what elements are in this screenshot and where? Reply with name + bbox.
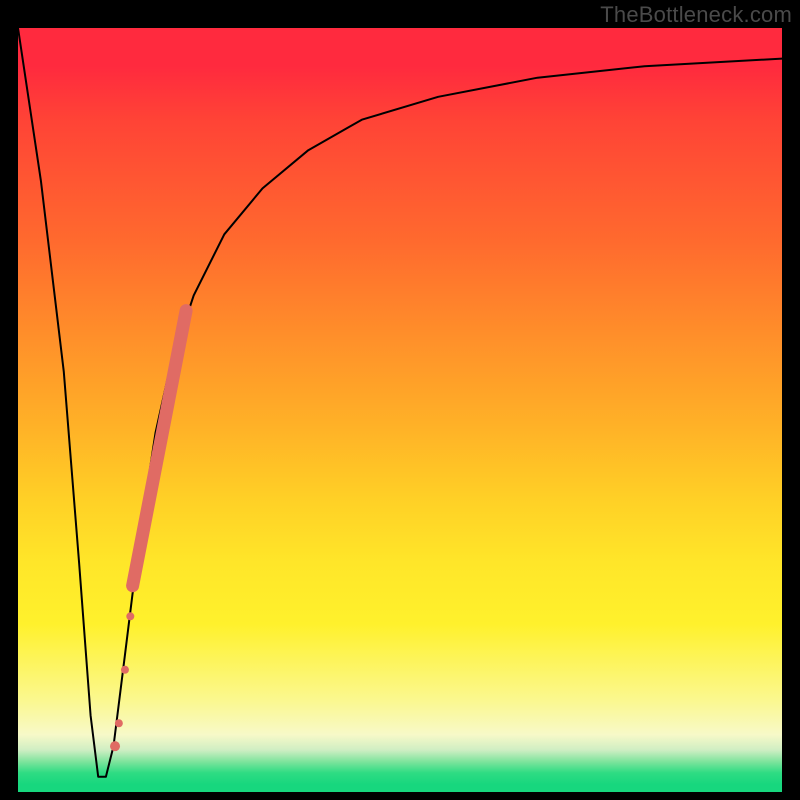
- bottleneck-curve: [18, 28, 782, 777]
- highlight-segment-stroke: [133, 311, 186, 586]
- highlight-point: [110, 741, 120, 751]
- attribution-text: TheBottleneck.com: [600, 2, 792, 28]
- highlight-point: [121, 666, 129, 674]
- chart-svg: [18, 28, 782, 792]
- highlight-point: [115, 719, 123, 727]
- chart-frame: TheBottleneck.com: [0, 0, 800, 800]
- plot-area: [18, 28, 782, 792]
- highlight-point: [126, 612, 134, 620]
